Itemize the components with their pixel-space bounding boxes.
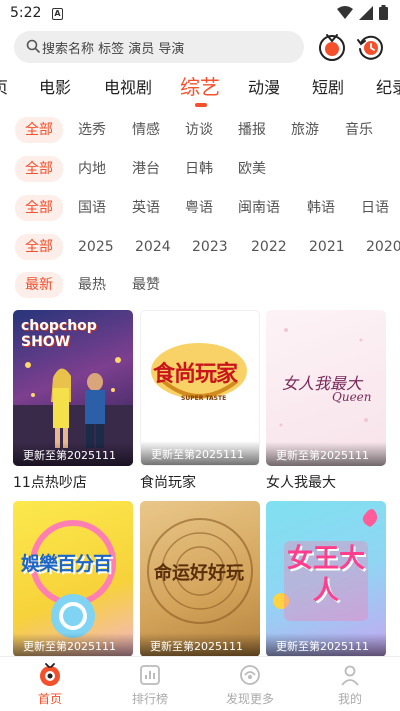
home-icon (40, 663, 60, 686)
tab-tv-series[interactable]: 电视剧 (104, 74, 152, 98)
search-placeholder: 搜索名称 标签 演员 导演 (42, 42, 185, 57)
show-card[interactable]: 女人我最大 Queen 更新至第2025111 女人我最大 (266, 310, 386, 492)
update-badge: 更新至第2025111 (266, 442, 386, 466)
poster-title-text: 食尚玩家 (153, 362, 238, 387)
filter-chip[interactable]: 欧美 (238, 159, 266, 179)
nav-label: 首页 (37, 692, 62, 706)
poster-title-text: chopchop SHOW (21, 318, 97, 350)
filter-row-year: 全部 2025 2024 2023 2022 2021 2020 (0, 234, 400, 264)
filter-chip[interactable]: 选秀 (78, 120, 106, 140)
show-card[interactable]: 食尚玩家 SUPER TASTE 更新至第2025111 食尚玩家 (140, 310, 260, 492)
search-input[interactable]: 搜索名称 标签 演员 导演 (14, 31, 304, 63)
search-icon (26, 39, 40, 53)
update-badge: 更新至第2025111 (141, 441, 259, 465)
update-badge: 更新至第2025111 (13, 442, 133, 466)
signal-icon (359, 5, 373, 20)
tab-anime[interactable]: 动漫 (248, 74, 280, 98)
live-tv-icon[interactable] (318, 33, 346, 61)
filter-chip[interactable]: 2024 (135, 237, 171, 257)
sort-chip[interactable]: 最赞 (132, 275, 160, 295)
poster-subtitle-text: SUPER TASTE (181, 395, 227, 402)
filter-chip[interactable]: 闽南语 (238, 198, 280, 218)
filter-chip[interactable]: 情感 (132, 120, 160, 140)
wifi-icon (337, 5, 353, 19)
show-poster: chopchop SHOW 更新至第2025111 (13, 310, 133, 466)
sort-chip-selected[interactable]: 最新 (15, 272, 63, 298)
battery-icon (379, 5, 388, 20)
nav-profile[interactable]: 我的 (310, 663, 390, 707)
nav-label: 我的 (337, 692, 362, 706)
tab-home-partial[interactable]: 页 (0, 74, 8, 98)
tab-variety[interactable]: 综艺 (180, 71, 220, 100)
show-title: 食尚玩家 (140, 475, 196, 491)
show-poster: 食尚玩家 SUPER TASTE 更新至第2025111 (140, 310, 260, 466)
filter-chip-selected[interactable]: 全部 (15, 117, 63, 143)
tab-short-drama[interactable]: 短剧 (312, 74, 344, 98)
show-title: 11点热吵店 (13, 475, 87, 491)
tab-documentary[interactable]: 纪录 (376, 74, 400, 98)
show-poster: 女人我最大 Queen 更新至第2025111 (266, 310, 386, 466)
show-card[interactable]: 命运好好玩 更新至第2025111 (140, 501, 260, 657)
filter-chip[interactable]: 2022 (251, 237, 287, 257)
filter-chip[interactable]: 日韩 (185, 159, 213, 179)
filter-chip-selected[interactable]: 全部 (15, 195, 63, 221)
filter-chip-selected[interactable]: 全部 (15, 234, 63, 260)
filter-row-sort: 最新 最热 最赞 (0, 272, 400, 302)
tab-movie[interactable]: 电影 (39, 74, 71, 98)
show-poster: 命运好好玩 更新至第2025111 (140, 501, 260, 657)
poster-title-text: 女王大人 (286, 544, 365, 606)
nav-discover[interactable]: 发现更多 (210, 663, 290, 707)
history-icon[interactable] (356, 33, 384, 61)
ranking-icon (140, 665, 160, 685)
update-badge: 更新至第2025111 (13, 633, 133, 657)
filter-chip[interactable]: 旅游 (291, 120, 319, 140)
filter-chip[interactable]: 日语 (361, 198, 389, 218)
bottom-nav: 首页 排行榜 发现更多 我的 (0, 656, 400, 711)
poster-title-text: 命运好好玩 (154, 563, 244, 584)
update-badge: 更新至第2025111 (140, 633, 260, 657)
filter-row-genre: 全部 选秀 情感 访谈 播报 旅游 音乐 (0, 117, 400, 147)
filter-row-region: 全部 内地 港台 日韩 欧美 (0, 156, 400, 186)
notification-a-icon: A (52, 8, 63, 20)
sort-chip[interactable]: 最热 (78, 275, 106, 295)
poster-subtitle-text: Queen (332, 390, 372, 404)
filter-chip[interactable]: 粤语 (185, 198, 213, 218)
filter-chip[interactable]: 港台 (132, 159, 160, 179)
filter-chip[interactable]: 音乐 (345, 120, 373, 140)
show-card[interactable]: chopchop SHOW 更新至第2025111 11点热吵店 (13, 310, 133, 492)
filter-chip[interactable]: 内地 (78, 159, 106, 179)
show-card[interactable]: 女王大人 更新至第2025111 (266, 501, 386, 657)
nav-label: 发现更多 (225, 692, 274, 706)
status-time: 5:22 (10, 5, 42, 21)
filter-chip[interactable]: 访谈 (185, 120, 213, 140)
filter-chip[interactable]: 2025 (78, 237, 114, 257)
filter-chip[interactable]: 播报 (238, 120, 266, 140)
nav-ranking[interactable]: 排行榜 (110, 663, 190, 707)
profile-icon (341, 665, 359, 686)
update-badge: 更新至第2025111 (266, 633, 386, 657)
filter-chip[interactable]: 2020 (366, 237, 400, 257)
filter-chip[interactable]: 2023 (192, 237, 228, 257)
filter-chip[interactable]: 韩语 (307, 198, 335, 218)
filter-row-language: 全部 国语 英语 粤语 闽南语 韩语 日语 (0, 195, 400, 225)
show-poster: 娛樂百分百 更新至第2025111 (13, 501, 133, 657)
poster-title-text: 娛樂百分百 (21, 553, 112, 575)
filter-chip[interactable]: 2021 (309, 237, 345, 257)
active-tab-indicator (195, 103, 207, 107)
nav-label: 排行榜 (131, 692, 168, 706)
status-bar: 5:22 A (0, 0, 400, 30)
filter-chip-selected[interactable]: 全部 (15, 156, 63, 182)
filter-chip[interactable]: 英语 (132, 198, 160, 218)
nav-home[interactable]: 首页 (10, 663, 90, 707)
discover-icon (240, 665, 260, 685)
filter-chip[interactable]: 国语 (78, 198, 106, 218)
show-poster: 女王大人 更新至第2025111 (266, 501, 386, 657)
status-icons (337, 5, 388, 20)
show-title: 女人我最大 (266, 475, 336, 491)
show-card[interactable]: 娛樂百分百 更新至第2025111 (13, 501, 133, 657)
channel-tabs: 页 电影 电视剧 综艺 动漫 短剧 纪录 (0, 68, 400, 108)
